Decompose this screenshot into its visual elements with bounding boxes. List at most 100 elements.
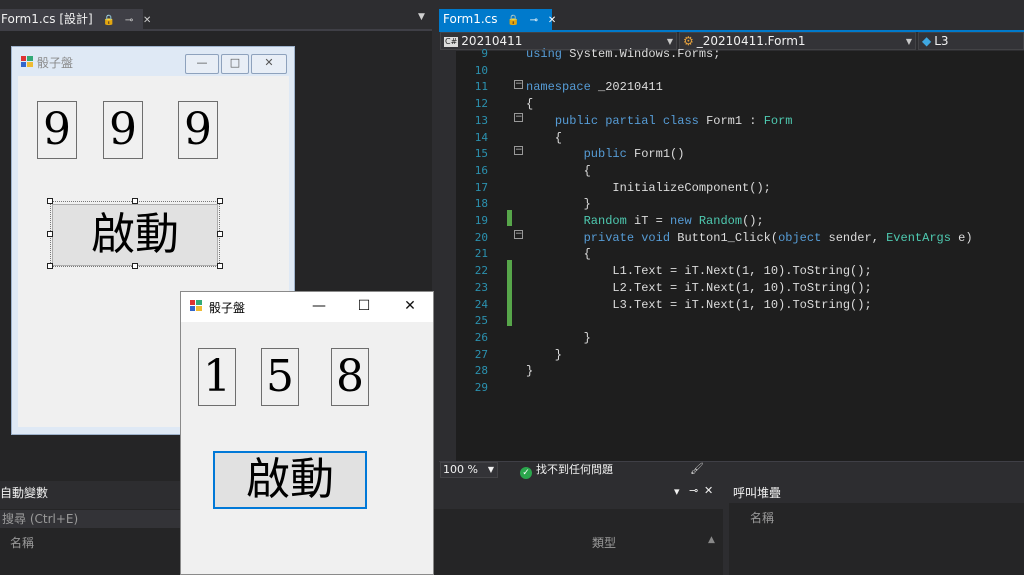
fold-toggle-icon[interactable]: − [514,113,523,122]
resize-handle[interactable] [217,198,223,204]
code-line[interactable]: public partial class Form1 : Form [526,113,793,129]
chevron-down-icon: ▼ [905,37,912,46]
resize-handle[interactable] [132,263,138,269]
runtime-start-button[interactable]: 啟動 [213,451,367,509]
design-start-button[interactable]: 啟動 [52,204,218,266]
member-name: L3 [934,34,949,48]
code-line[interactable]: } [526,363,533,379]
autos-col-type[interactable]: 類型 [592,534,616,551]
design-form-title: 骰子盤 [37,56,74,70]
callstack-col-name[interactable]: 名稱 [750,509,774,526]
pin-icon[interactable]: ⊸ [530,15,538,26]
runtime-label-l1: 1 [198,348,236,406]
close-icon[interactable]: ✕ [143,11,151,31]
resize-handle[interactable] [47,231,53,237]
design-label-l3[interactable]: 9 [178,101,218,159]
fold-toggle-icon[interactable]: − [514,80,523,89]
line-number: 25 [474,314,488,327]
runtime-label-l3: 8 [331,348,369,406]
resize-handle[interactable] [47,198,53,204]
design-label-l1[interactable]: 9 [37,101,77,159]
maximize-button[interactable]: ☐ [354,296,374,316]
code-line[interactable]: public Form1() [526,146,685,162]
line-number: 14 [474,131,488,144]
code-line[interactable]: using System.Windows.Forms; [526,46,720,62]
line-number: 11 [474,80,488,93]
callstack-panel-title[interactable]: 呼叫堆疊 [733,485,781,501]
maximize-button: □ [221,54,249,74]
code-line[interactable]: L2.Text = iT.Next(1, 10).ToString(); [526,280,871,296]
app-icon [21,56,33,67]
issues-text: 找不到任何問題 [536,463,613,476]
tab-dropdown-icon[interactable]: ▼ [418,12,430,26]
issues-indicator[interactable]: ✓ 找不到任何問題 [520,462,613,479]
code-line[interactable]: { [526,96,533,112]
code-line[interactable]: L1.Text = iT.Next(1, 10).ToString(); [526,263,871,279]
fold-toggle-icon[interactable]: − [514,146,523,155]
close-button: ✕ [251,54,287,74]
line-number: 21 [474,247,488,260]
tab-designer-label: Form1.cs [設計] [1,12,93,26]
code-line[interactable]: private void Button1_Click(object sender… [526,230,973,246]
design-label-l2[interactable]: 9 [103,101,143,159]
minimize-button: — [185,54,219,74]
line-number: 27 [474,348,488,361]
lock-icon: 🔒 [102,15,115,26]
line-number: 29 [474,381,488,394]
resize-handle[interactable] [217,263,223,269]
scroll-up-icon[interactable]: ▲ [708,535,715,545]
resize-handle[interactable] [217,231,223,237]
tab-designer[interactable]: Form1.cs [設計] 🔒 ⊸ ✕ [0,9,151,31]
runtime-form[interactable] [180,291,434,575]
member-dropdown[interactable]: ◆ L3 [918,32,1024,50]
line-number: 22 [474,264,488,277]
designer-tab-strip [0,29,432,31]
tab-code-editor[interactable]: Form1.cs 🔒 ⊸ ✕ [439,9,556,30]
code-line[interactable]: Random iT = new Random(); [526,213,764,229]
code-line[interactable]: L3.Text = iT.Next(1, 10).ToString(); [526,297,871,313]
line-number: 13 [474,114,488,127]
line-number: 23 [474,281,488,294]
resize-handle[interactable] [132,198,138,204]
autos-panel-title[interactable]: 自動變數 [0,485,48,501]
minimize-button[interactable]: — [309,296,329,316]
editor-gutter [439,51,456,461]
close-button[interactable]: ✕ [400,296,420,316]
line-number: 17 [474,181,488,194]
line-number: 12 [474,97,488,110]
field-icon: ◆ [922,34,932,48]
code-line[interactable]: } [526,330,591,346]
line-number: 15 [474,147,488,160]
code-line[interactable]: } [526,196,591,212]
code-line[interactable]: { [526,163,591,179]
line-number: 19 [474,214,488,227]
runtime-form-titlebar: 骰子盤 — ☐ ✕ [181,292,433,322]
close-icon[interactable]: ✕ [704,484,713,497]
line-number: 24 [474,298,488,311]
design-form-titlebar: 骰子盤 — □ ✕ [11,46,295,76]
line-number: 9 [481,47,488,60]
code-line[interactable]: InitializeComponent(); [526,180,770,196]
app-icon [190,300,202,311]
panel-menu-icon[interactable]: ▾ [674,485,680,498]
autos-col-name[interactable]: 名稱 [10,534,34,551]
code-line[interactable]: { [526,130,562,146]
resize-handle[interactable] [47,263,53,269]
line-number: 18 [474,197,488,210]
zoom-dropdown[interactable]: 100 % ▼ [440,462,498,478]
pin-icon[interactable]: ⊸ [125,11,133,31]
brush-icon[interactable]: 🖌 [690,462,704,475]
line-number: 28 [474,364,488,377]
runtime-label-l2: 5 [261,348,299,406]
close-icon[interactable]: ✕ [548,15,556,26]
fold-toggle-icon[interactable]: − [514,230,523,239]
code-line[interactable]: { [526,246,591,262]
lock-icon: 🔒 [507,15,520,26]
tab-code-label: Form1.cs [443,12,498,26]
code-line[interactable]: } [526,347,562,363]
line-number: 26 [474,331,488,344]
line-number: 20 [474,231,488,244]
code-line[interactable]: namespace _20210411 [526,79,663,95]
change-marker [507,210,512,226]
pin-icon[interactable]: ⊸ [689,484,698,497]
